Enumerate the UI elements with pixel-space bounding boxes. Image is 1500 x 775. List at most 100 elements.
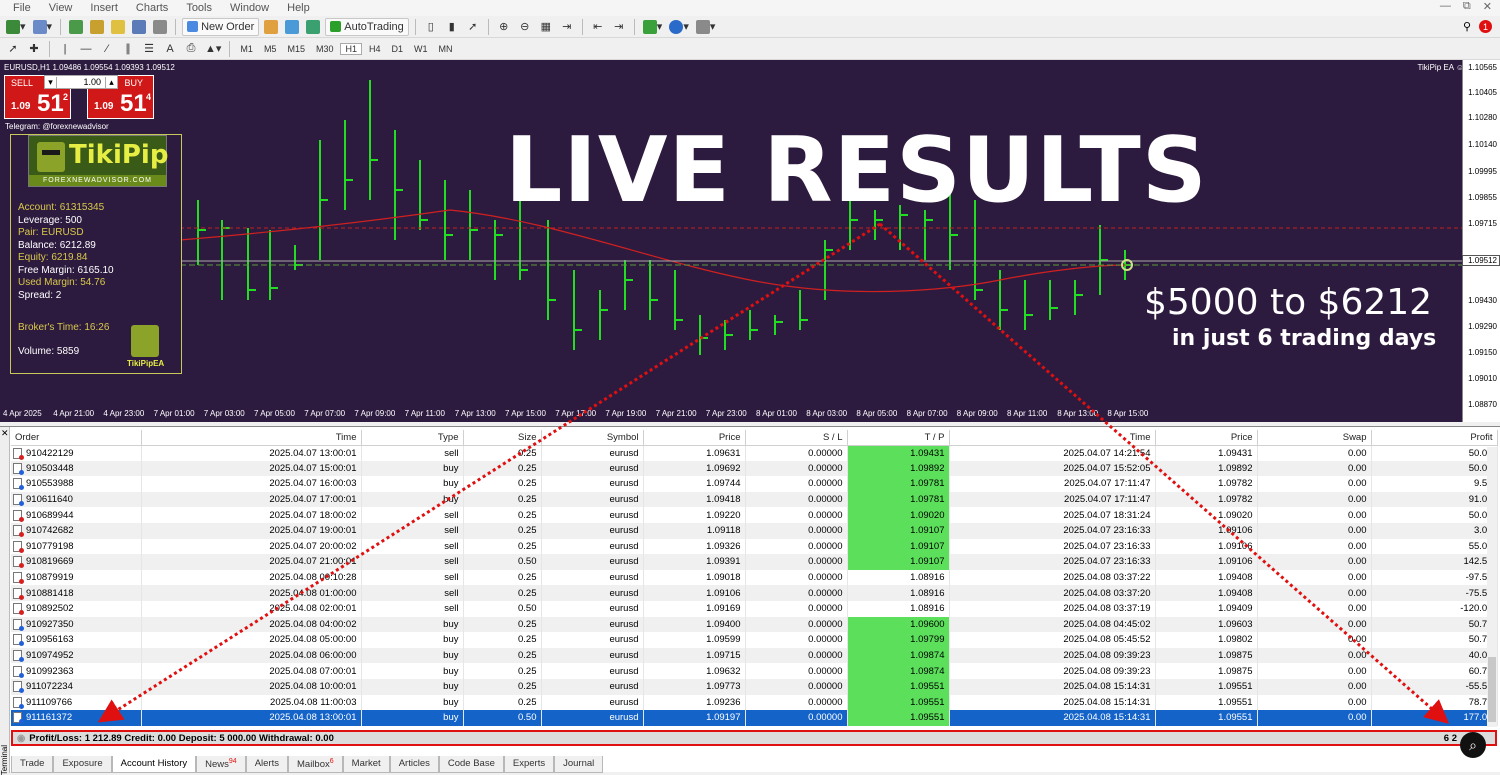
menu-file[interactable]: File [4,2,40,14]
table-row[interactable]: 910974952 2025.04.08 06:00:00 buy 0.25 eurus… [11,647,1498,664]
column-header[interactable]: Price [643,430,746,446]
tab-account-history[interactable]: Account History [111,756,197,773]
table-row[interactable]: 910927350 2025.04.08 04:00:02 buy 0.25 eurus… [11,616,1498,633]
signals-icon[interactable] [304,18,322,36]
tab-trade[interactable]: Trade [11,756,54,773]
new-chart-icon[interactable]: ▾ [4,18,28,36]
table-row[interactable]: 910881418 2025.04.08 01:00:00 sell 0.25 euru… [11,585,1498,601]
table-row[interactable]: 910879919 2025.04.08 00:10:28 sell 0.25 euru… [11,569,1498,586]
cursor-icon[interactable]: ➚ [4,40,22,58]
tab-news[interactable]: News94 [196,756,246,773]
notification-badge[interactable]: 1 [1479,20,1492,33]
horizontal-line-icon[interactable]: — [77,40,95,58]
timeframe-m5[interactable]: M5 [260,44,281,54]
lot-increase-icon[interactable]: ▴ [105,76,117,88]
table-row[interactable]: 910503448 2025.04.07 15:00:01 buy 0.25 eurus… [11,460,1498,477]
new-order-button[interactable]: New Order [182,17,260,36]
templates-icon[interactable]: ▾ [694,18,718,36]
column-header[interactable]: T / P [847,430,950,446]
column-header[interactable]: Time [949,430,1156,446]
column-header[interactable]: S / L [745,430,848,446]
strategy-tester-icon[interactable] [151,18,169,36]
chart-shift-icon[interactable]: ⇤ [589,18,607,36]
candlestick-icon[interactable]: ▮ [443,18,461,36]
close-icon[interactable]: ✕ [1483,0,1492,13]
tile-windows-icon[interactable]: ▦ [537,18,555,36]
menu-view[interactable]: View [40,2,82,14]
chart-end-icon[interactable]: ⇥ [610,18,628,36]
price-chart[interactable]: EURUSD,H1 1.09486 1.09554 1.09393 1.0951… [0,60,1500,422]
text-icon[interactable]: A [161,40,179,58]
tab-articles[interactable]: Articles [389,756,439,773]
lot-size-value[interactable]: 1.00 [57,77,105,87]
table-row[interactable]: 911109766 2025.04.08 11:00:03 buy 0.25 eurus… [11,694,1498,711]
timeframe-w1[interactable]: W1 [410,44,432,54]
navigator-icon[interactable] [109,18,127,36]
column-header[interactable]: Time [141,430,362,446]
tab-mailbox[interactable]: Mailbox6 [288,756,343,773]
table-row[interactable]: 910892502 2025.04.08 02:00:01 sell 0.50 euru… [11,600,1498,617]
tab-experts[interactable]: Experts [503,756,555,773]
tab-exposure[interactable]: Exposure [53,756,112,773]
menu-charts[interactable]: Charts [127,2,177,14]
tab-journal[interactable]: Journal [554,756,604,773]
indicators-icon[interactable]: ▾ [641,18,665,36]
table-row[interactable]: 911072234 2025.04.08 10:00:01 buy 0.25 eurus… [11,678,1498,695]
column-header[interactable]: Type [361,430,464,446]
auto-scroll-icon[interactable]: ⇥ [558,18,576,36]
table-row[interactable]: 911161372 2025.04.08 13:00:01 buy 0.50 eurus… [11,710,1498,726]
metaeditor-icon[interactable] [262,18,280,36]
timeframe-d1[interactable]: D1 [388,44,408,54]
shapes-icon[interactable]: ▲▾ [203,40,223,58]
table-row[interactable]: 910553988 2025.04.07 16:00:03 buy 0.25 eurus… [11,476,1498,492]
timeframe-h4[interactable]: H4 [365,44,385,54]
table-row[interactable]: 910992363 2025.04.08 07:00:01 buy 0.25 eurus… [11,663,1498,679]
crosshair-icon[interactable]: ✚ [25,40,43,58]
data-window-icon[interactable] [88,18,106,36]
label-icon[interactable]: ⎙ [182,40,200,58]
menu-help[interactable]: Help [278,2,319,14]
bar-chart-icon[interactable]: ▯ [422,18,440,36]
column-header[interactable]: Price [1155,430,1258,446]
channel-icon[interactable]: ∥ [119,40,137,58]
timeframe-mn[interactable]: MN [435,44,457,54]
menu-tools[interactable]: Tools [177,2,221,14]
menu-window[interactable]: Window [221,2,278,14]
table-row[interactable]: 910422129 2025.04.07 13:00:01 sell 0.25 euru… [11,445,1498,461]
market-watch-icon[interactable] [67,18,85,36]
column-header[interactable]: Profit [1371,430,1498,446]
zoom-out-icon[interactable]: ⊖ [516,18,534,36]
table-row[interactable]: 910742682 2025.04.07 19:00:01 sell 0.25 euru… [11,522,1498,539]
line-chart-icon[interactable]: ➚ [464,18,482,36]
table-row[interactable]: 910956163 2025.04.08 05:00:00 buy 0.25 eurus… [11,632,1498,648]
column-header[interactable]: Size [463,430,542,446]
column-header[interactable]: Symbol [541,430,644,446]
table-row[interactable]: 910689944 2025.04.07 18:00:02 sell 0.25 euru… [11,507,1498,523]
scrollbar-thumb[interactable] [1488,657,1496,722]
menu-insert[interactable]: Insert [81,2,127,14]
fibonacci-icon[interactable]: ☰ [140,40,158,58]
community-icon[interactable] [283,18,301,36]
vertical-scrollbar[interactable] [1487,447,1497,727]
tab-market[interactable]: Market [342,756,390,773]
restore-icon[interactable]: ⧉ [1463,0,1471,13]
column-header[interactable]: Order [11,430,142,446]
timeframe-h1[interactable]: H1 [340,42,362,55]
zoom-icon[interactable]: ⌕ [1460,732,1486,758]
table-row[interactable]: 910611640 2025.04.07 17:00:01 buy 0.25 eurus… [11,491,1498,508]
search-icon[interactable]: ⚲ [1463,20,1471,33]
timeframe-m1[interactable]: M1 [236,44,257,54]
lot-decrease-icon[interactable]: ▾ [45,76,57,88]
vertical-line-icon[interactable]: | [56,40,74,58]
lot-size-stepper[interactable]: ▾ 1.00 ▴ [44,75,118,89]
profiles-icon[interactable]: ▾ [31,18,55,36]
tab-alerts[interactable]: Alerts [245,756,288,773]
table-row[interactable]: 910819669 2025.04.07 21:00:01 sell 0.50 euru… [11,554,1498,570]
tab-code-base[interactable]: Code Base [438,756,504,773]
zoom-in-icon[interactable]: ⊕ [495,18,513,36]
timeframe-m15[interactable]: M15 [283,44,309,54]
close-icon[interactable]: ✕ [1,428,9,439]
column-header[interactable]: Swap [1257,430,1372,446]
minimize-icon[interactable]: — [1440,0,1451,13]
table-row[interactable]: 910779198 2025.04.07 20:00:02 sell 0.25 euru… [11,538,1498,555]
